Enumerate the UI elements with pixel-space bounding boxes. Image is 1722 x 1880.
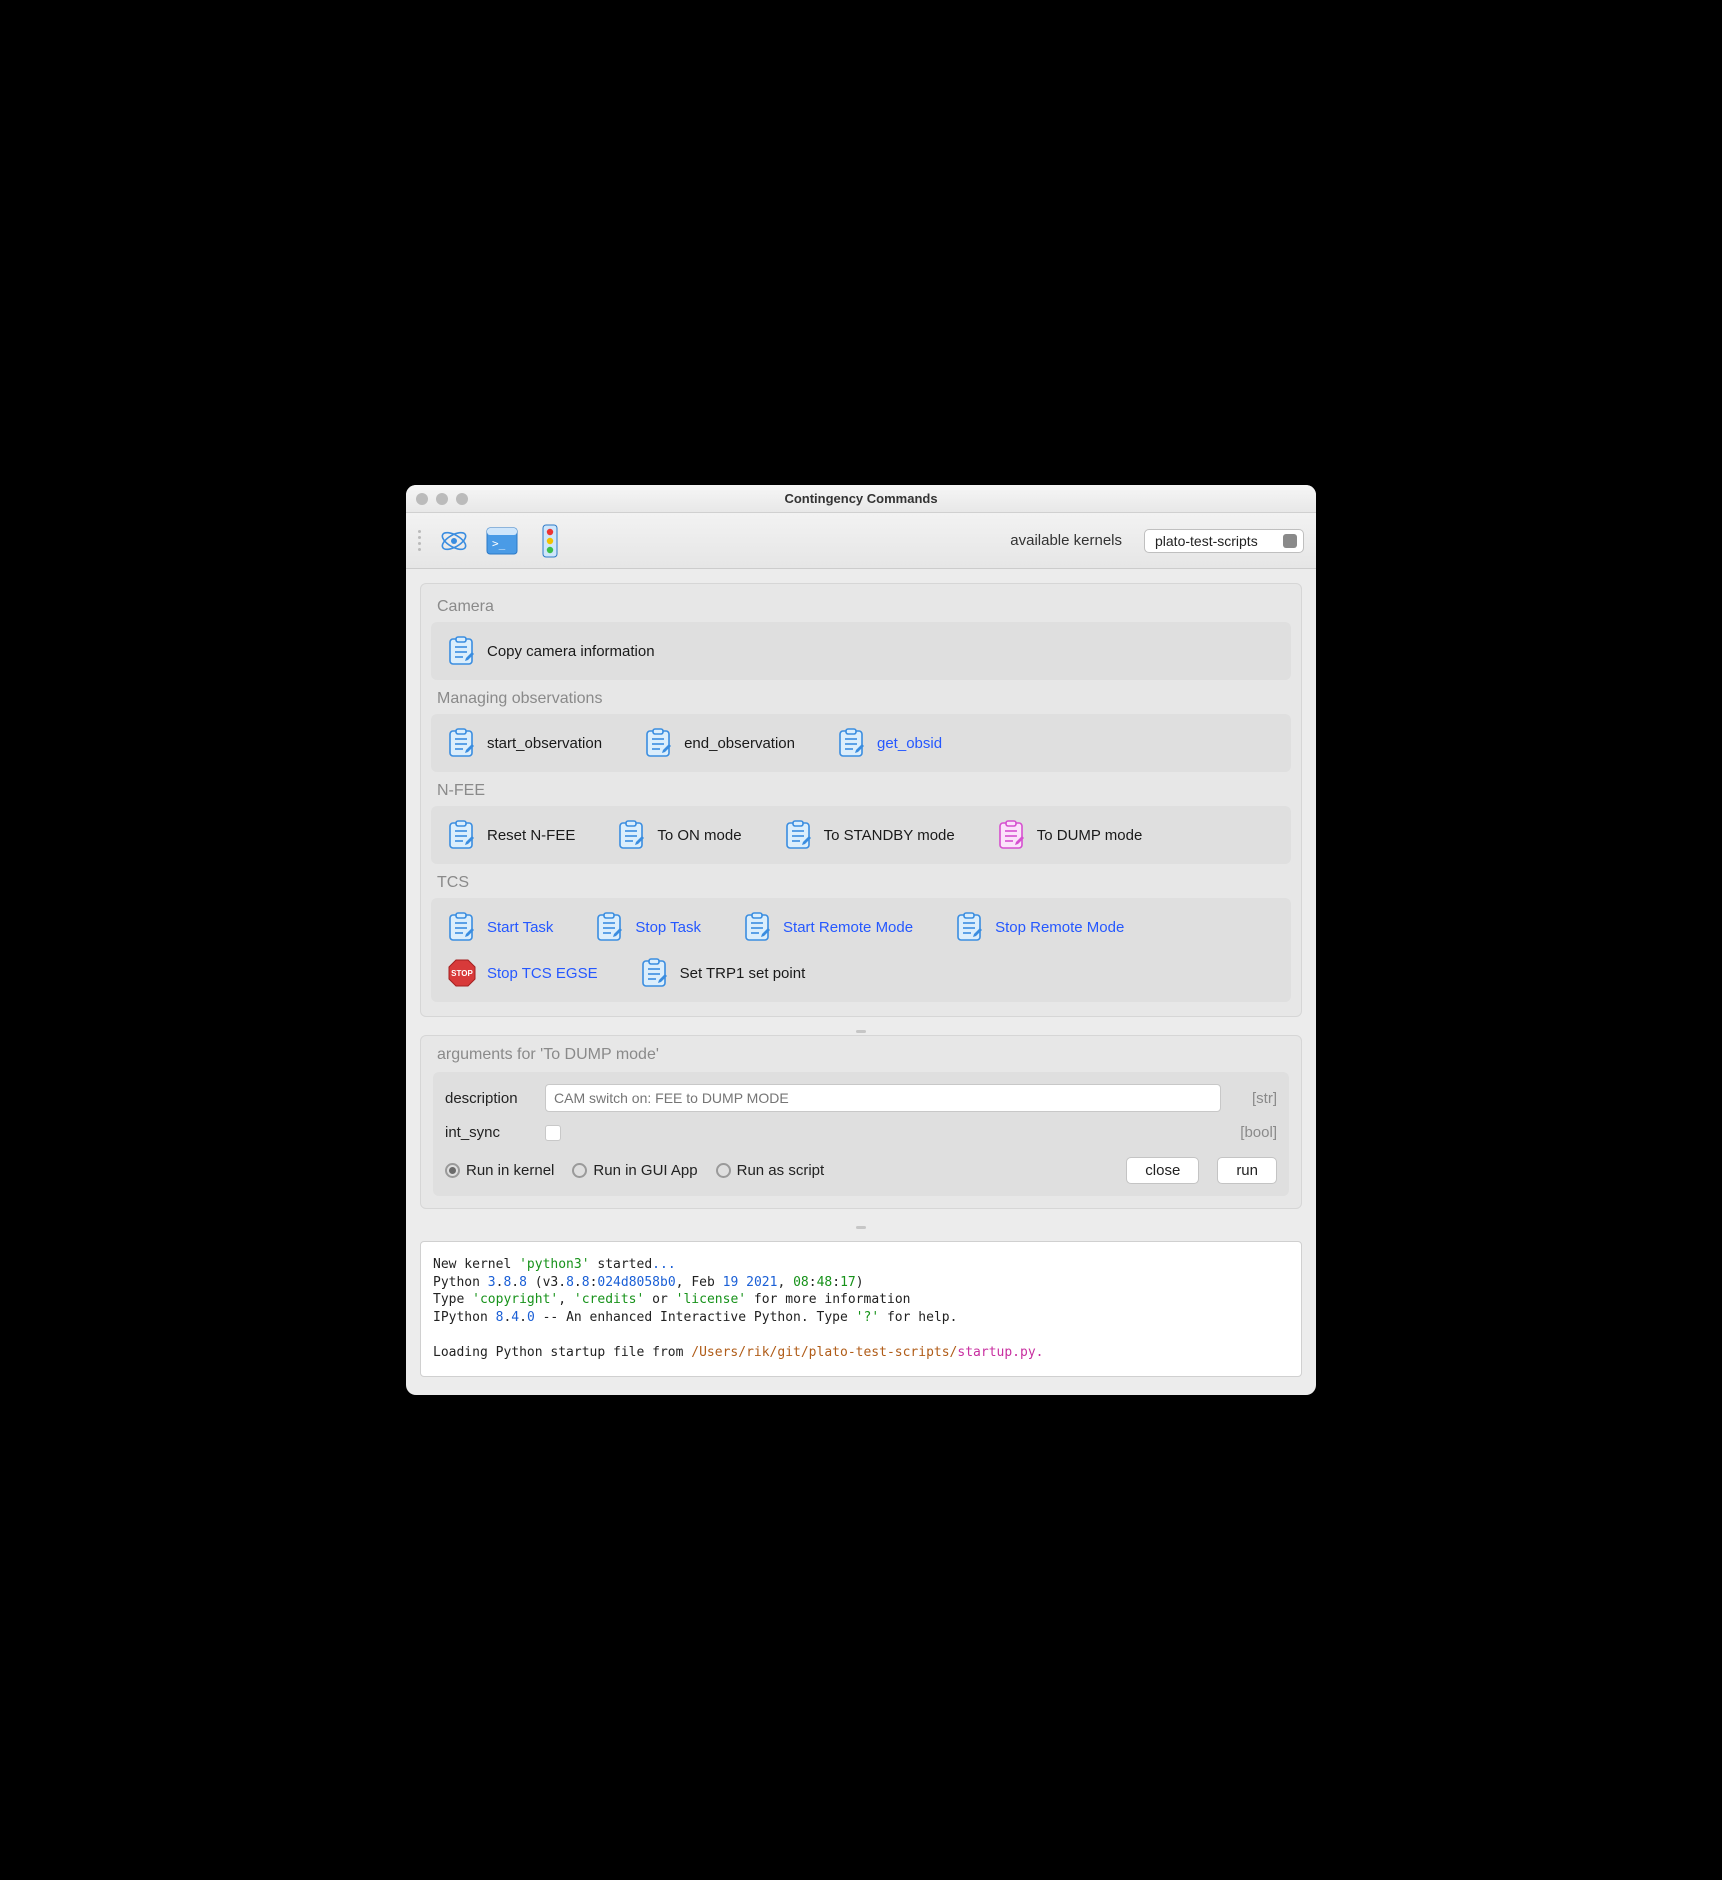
clipboard-icon [447, 728, 477, 758]
radio-icon [445, 1163, 460, 1178]
run-mode-actions: Run in kernel Run in GUI App Run as script… [445, 1157, 1277, 1184]
section-body: Copy camera information [431, 622, 1291, 680]
kernel-select[interactable]: plato-test-scripts [1144, 529, 1304, 553]
zoom-window-icon[interactable] [456, 493, 468, 505]
traffic-light-icon[interactable] [533, 524, 567, 558]
section-title: Camera [437, 598, 1291, 616]
argument-row: description [str] [445, 1084, 1277, 1112]
kernel-selected-value: plato-test-scripts [1155, 533, 1258, 549]
commands-panel: Camera Copy camera information Managing ob… [420, 583, 1302, 1017]
radio-label: Run as script [737, 1162, 825, 1179]
clipboard-icon [447, 636, 477, 666]
command-item[interactable]: Copy camera information [441, 632, 661, 670]
clipboard-icon [784, 820, 814, 850]
content-area: Camera Copy camera information Managing ob… [406, 569, 1316, 1223]
run-mode-radio[interactable]: Run in kernel [445, 1162, 554, 1179]
radio-label: Run in kernel [466, 1162, 554, 1179]
clipboard-icon [447, 820, 477, 850]
argument-name: description [445, 1090, 535, 1107]
clipboard-icon [617, 820, 647, 850]
argument-type: [bool] [1231, 1124, 1277, 1141]
toolbar: >_ available kernels plato-test-scripts [406, 513, 1316, 569]
radio-label: Run in GUI App [593, 1162, 697, 1179]
command-label: Set TRP1 set point [680, 965, 806, 982]
run-button[interactable]: run [1217, 1157, 1277, 1184]
close-button[interactable]: close [1126, 1157, 1199, 1184]
arguments-title: arguments for 'To DUMP mode' [437, 1046, 1289, 1064]
command-label: To ON mode [657, 827, 741, 844]
toolbar-grip-icon [418, 530, 421, 551]
command-item[interactable]: Start Task [441, 908, 559, 946]
clipboard-icon [640, 958, 670, 988]
command-item[interactable]: To DUMP mode [991, 816, 1149, 854]
radio-icon [572, 1163, 587, 1178]
terminal-icon[interactable]: >_ [485, 524, 519, 558]
command-item[interactable]: Stop Remote Mode [949, 908, 1130, 946]
section-body: Start Task Stop Task Start Remote Mode Stop… [431, 898, 1291, 1002]
section-title: N-FEE [437, 782, 1291, 800]
argument-checkbox[interactable] [545, 1125, 561, 1141]
close-window-icon[interactable] [416, 493, 428, 505]
console-output[interactable]: New kernel 'python3' started... Python 3… [420, 1241, 1302, 1376]
svg-text:STOP: STOP [451, 969, 473, 978]
kernel-label: available kernels [1010, 532, 1122, 549]
command-label: Start Task [487, 919, 553, 936]
command-item[interactable]: Reset N-FEE [441, 816, 581, 854]
section-title: Managing observations [437, 690, 1291, 708]
command-item[interactable]: To ON mode [611, 816, 747, 854]
stop-icon: STOP [447, 958, 477, 988]
argument-type: [str] [1231, 1090, 1277, 1107]
argument-input[interactable] [545, 1084, 1221, 1112]
radio-icon [716, 1163, 731, 1178]
clipboard-icon [743, 912, 773, 942]
app-window: Contingency Commands >_ available kernel… [406, 485, 1316, 1394]
command-label: Stop TCS EGSE [487, 965, 598, 982]
arguments-body: description [str] int_sync [bool] Run in ker… [433, 1072, 1289, 1196]
arguments-panel: arguments for 'To DUMP mode' description… [420, 1035, 1302, 1209]
command-item[interactable]: To STANDBY mode [778, 816, 961, 854]
clipboard-icon [955, 912, 985, 942]
clipboard-icon [644, 728, 674, 758]
command-label: get_obsid [877, 735, 942, 752]
command-label: To STANDBY mode [824, 827, 955, 844]
command-label: Start Remote Mode [783, 919, 913, 936]
clipboard-icon [447, 912, 477, 942]
command-label: To DUMP mode [1037, 827, 1143, 844]
command-item[interactable]: start_observation [441, 724, 608, 762]
run-mode-radio[interactable]: Run in GUI App [572, 1162, 697, 1179]
command-label: start_observation [487, 735, 602, 752]
section-body: start_observation end_observation get_obsi… [431, 714, 1291, 772]
clipboard-icon [837, 728, 867, 758]
command-item[interactable]: get_obsid [831, 724, 948, 762]
command-item[interactable]: Set TRP1 set point [634, 954, 812, 992]
command-item[interactable]: STOP Stop TCS EGSE [441, 954, 604, 992]
svg-text:>_: >_ [492, 537, 506, 550]
command-label: Reset N-FEE [487, 827, 575, 844]
section-title: TCS [437, 874, 1291, 892]
window-title: Contingency Commands [406, 491, 1316, 506]
command-label: end_observation [684, 735, 795, 752]
command-label: Stop Task [635, 919, 701, 936]
atom-icon[interactable] [437, 524, 471, 558]
pane-divider[interactable] [420, 1027, 1302, 1035]
section-body: Reset N-FEE To ON mode To STANDBY mode To D… [431, 806, 1291, 864]
command-item[interactable]: Start Remote Mode [737, 908, 919, 946]
command-item[interactable]: end_observation [638, 724, 801, 762]
clipboard-pink-icon [997, 820, 1027, 850]
run-mode-radio[interactable]: Run as script [716, 1162, 825, 1179]
window-controls [416, 493, 468, 505]
titlebar: Contingency Commands [406, 485, 1316, 513]
command-label: Copy camera information [487, 643, 655, 660]
minimize-window-icon[interactable] [436, 493, 448, 505]
command-item[interactable]: Stop Task [589, 908, 707, 946]
pane-divider[interactable] [406, 1223, 1316, 1231]
clipboard-icon [595, 912, 625, 942]
argument-row: int_sync [bool] [445, 1124, 1277, 1141]
command-label: Stop Remote Mode [995, 919, 1124, 936]
argument-name: int_sync [445, 1124, 535, 1141]
